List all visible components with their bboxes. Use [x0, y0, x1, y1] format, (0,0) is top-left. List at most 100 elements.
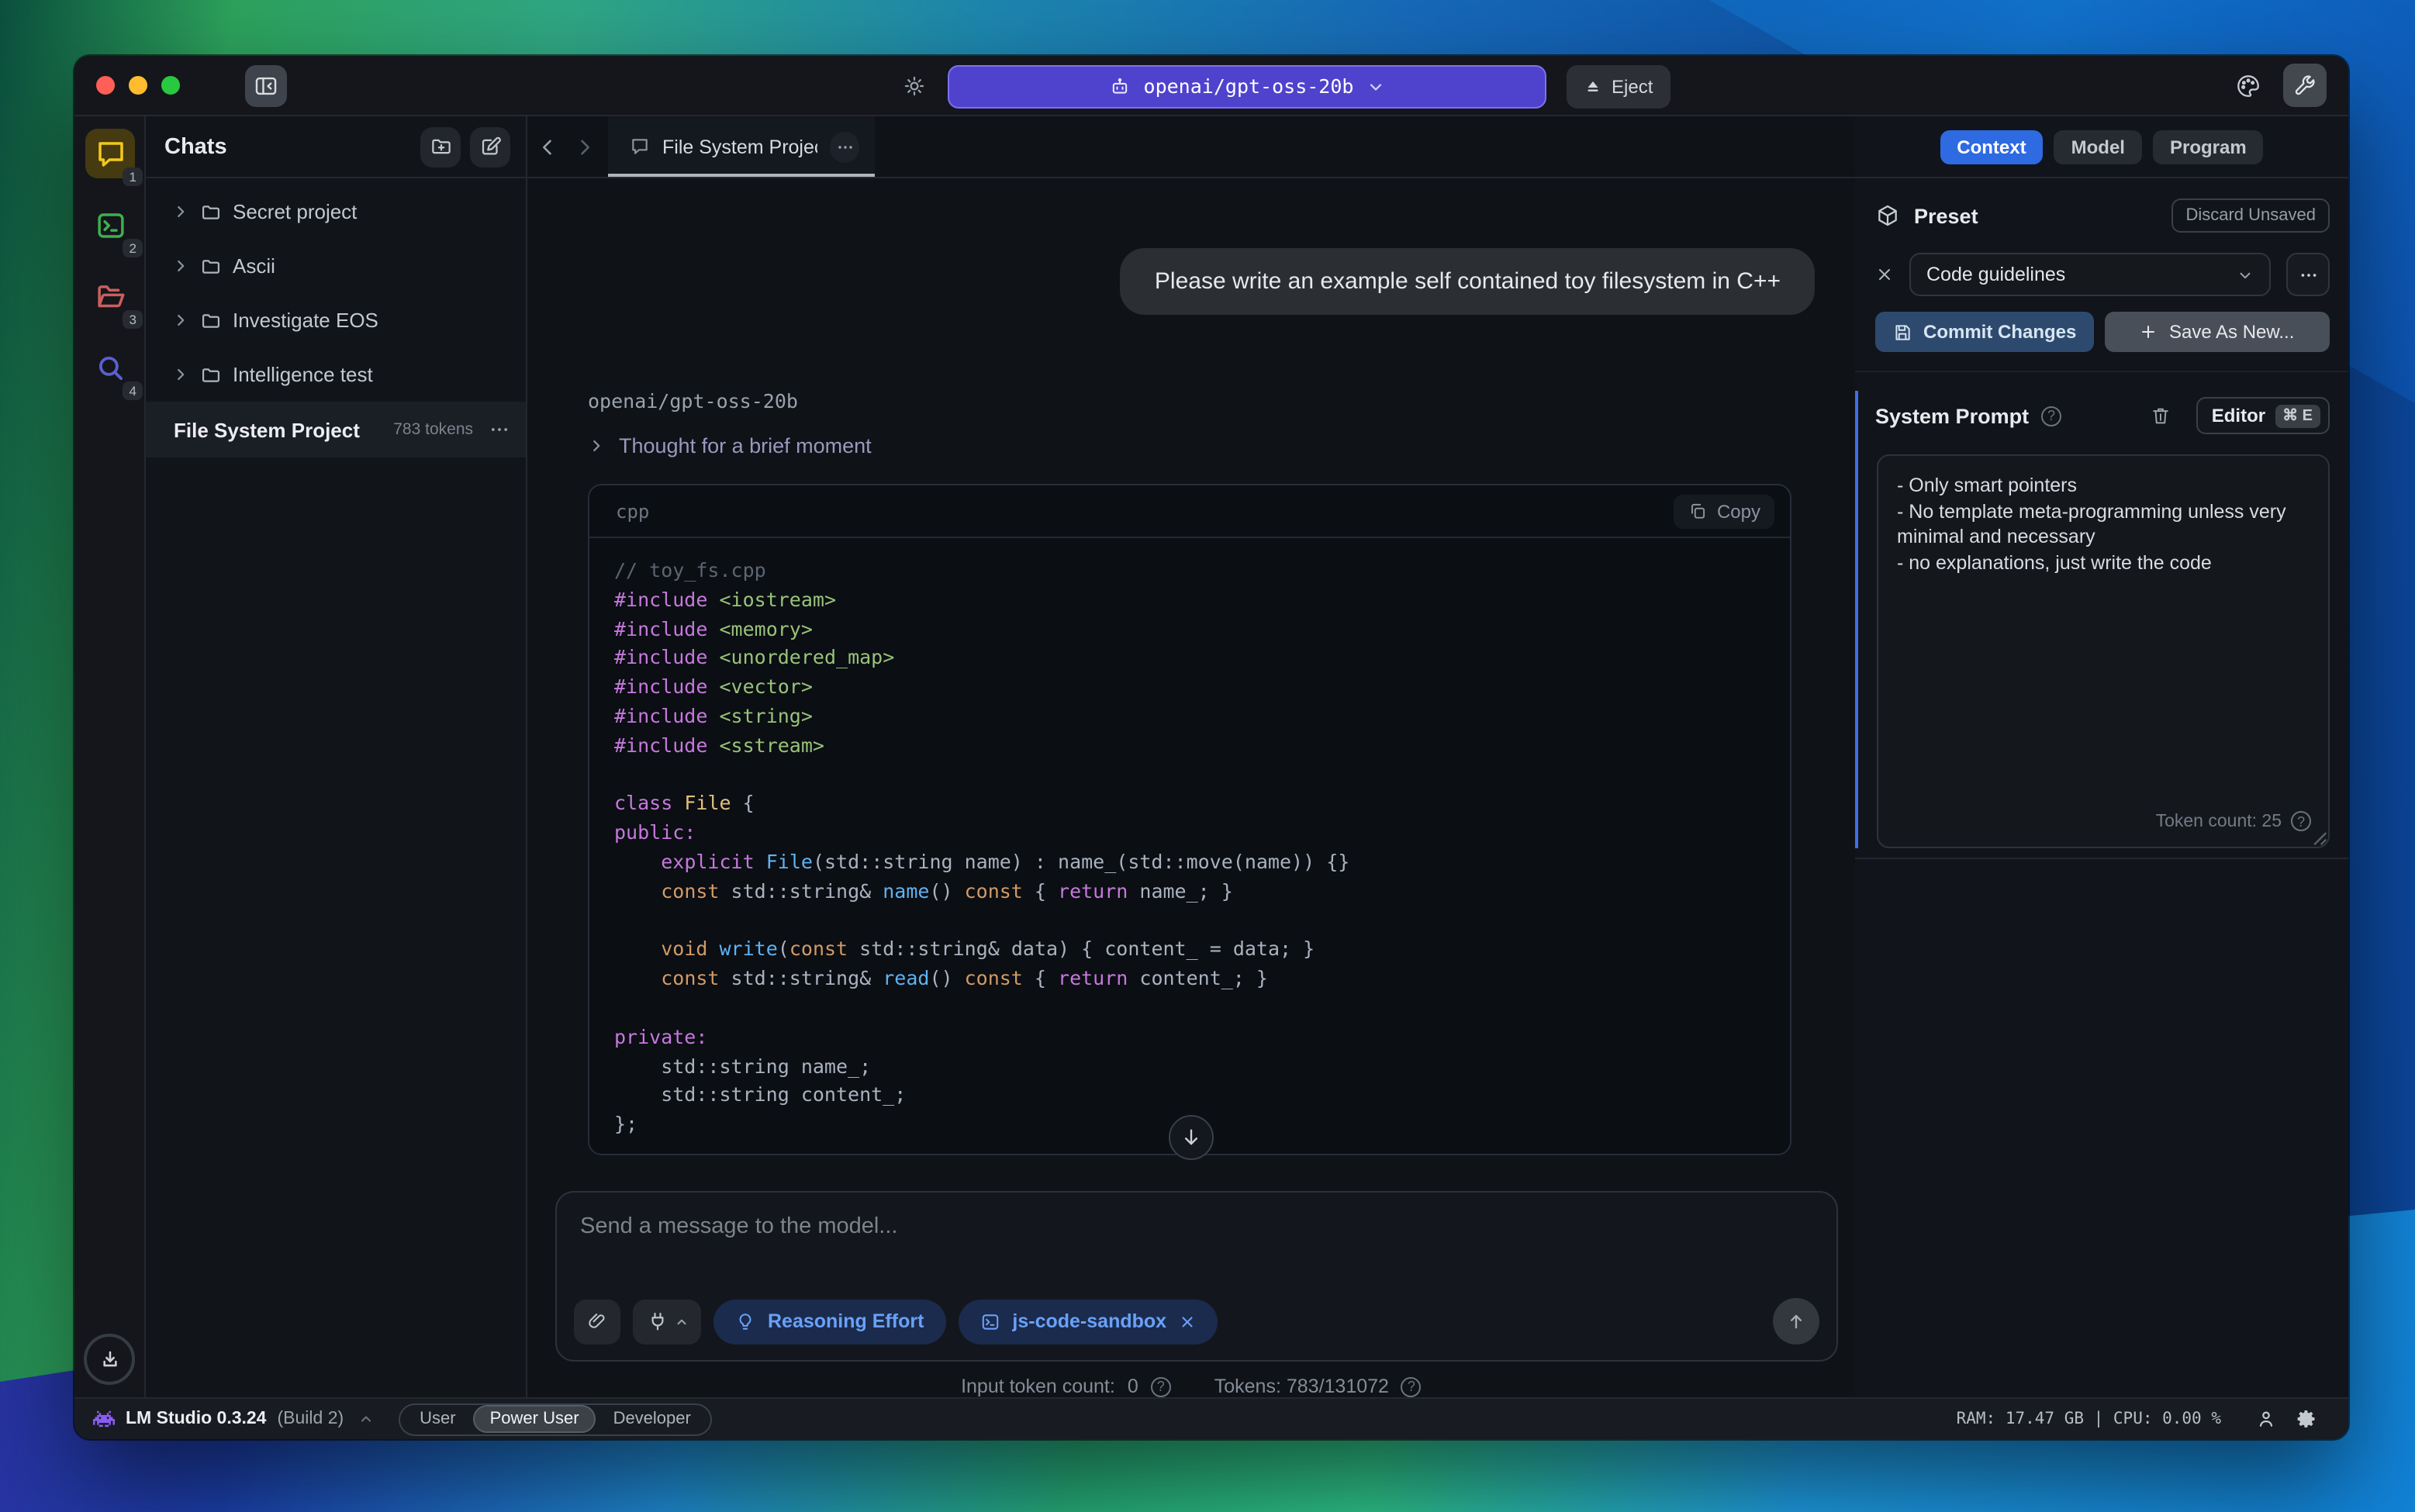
tab-program[interactable]: Program [2152, 129, 2264, 164]
settings-gear-icon[interactable] [2296, 1408, 2317, 1430]
copy-label: Copy [1716, 500, 1760, 522]
lightbulb-icon [735, 1311, 755, 1331]
js-code-sandbox-chip[interactable]: js-code-sandbox [958, 1299, 1218, 1344]
chat-folder-row[interactable]: Intelligence test [146, 347, 526, 402]
zoom-window-button[interactable] [161, 76, 180, 95]
app-brand[interactable]: LM Studio 0.3.24 (Build 2) [93, 1410, 373, 1428]
chat-list: Secret project Ascii Investigate EOS Int… [146, 178, 526, 402]
eject-button[interactable]: Eject [1567, 64, 1670, 108]
section-accent-bar [1855, 391, 1858, 848]
chat-options-icon[interactable] [489, 419, 510, 440]
tab-model[interactable]: Model [2054, 129, 2142, 164]
tab-options-icon[interactable] [830, 131, 859, 162]
sidebar-item-developer[interactable]: 2 [85, 200, 143, 257]
code-line: #include <memory> [614, 616, 813, 640]
help-icon[interactable]: ? [2041, 406, 2062, 426]
help-icon[interactable]: ? [1150, 1376, 1171, 1396]
commit-changes-button[interactable]: Commit Changes [1875, 312, 2094, 352]
scroll-to-bottom-button[interactable] [1169, 1115, 1214, 1160]
chat-folder-row[interactable]: Secret project [146, 185, 526, 239]
content-row: 1 2 3 4 Chats Secret project Ascii Inves… [74, 116, 2348, 1397]
chats-header: Chats [146, 116, 526, 178]
history-back-icon[interactable] [537, 136, 558, 157]
chats-panel: Chats Secret project Ascii Investigate E… [146, 116, 527, 1397]
sidebar-item-discover[interactable]: 4 [85, 343, 143, 400]
code-line: std::string name_; [614, 1054, 872, 1078]
close-window-button[interactable] [96, 76, 115, 95]
plugins-button[interactable] [633, 1299, 701, 1344]
plus-icon [2140, 323, 2158, 341]
chat-token-count: 783 tokens [393, 420, 473, 439]
new-folder-button[interactable] [420, 126, 461, 167]
system-prompt-textarea[interactable]: - Only smart pointers - No template meta… [1877, 454, 2330, 848]
code-line: private: [614, 1024, 708, 1048]
folder-icon [200, 255, 222, 277]
titlebar-center: openai/gpt-oss-20b Eject [901, 56, 1670, 116]
chat-folder-row[interactable]: Investigate EOS [146, 293, 526, 347]
chat-row-selected[interactable]: File System Project 783 tokens [146, 402, 526, 457]
titlebar: openai/gpt-oss-20b Eject [74, 56, 2348, 116]
mode-power-user[interactable]: Power User [472, 1405, 596, 1433]
code-line: #include <sstream> [614, 733, 824, 757]
input-token-label: Input token count: [961, 1376, 1115, 1397]
clear-preset-icon[interactable] [1875, 265, 1894, 284]
preset-title: Preset [1914, 204, 1978, 227]
delete-prompt-button[interactable] [2150, 405, 2171, 426]
app-version: LM Studio 0.3.24 [126, 1410, 267, 1428]
chevron-right-icon [588, 437, 605, 454]
model-selector[interactable]: openai/gpt-oss-20b [948, 64, 1546, 108]
sidebar-item-chat[interactable]: 1 [85, 129, 143, 186]
new-chat-button[interactable] [470, 126, 510, 167]
mode-user[interactable]: User [402, 1405, 472, 1433]
history-forward-icon[interactable] [574, 136, 596, 157]
folder-label: Ascii [233, 254, 275, 278]
preset-select[interactable]: Code guidelines [1909, 253, 2271, 296]
code-line: const std::string& name() const { return… [661, 879, 1233, 903]
preset-selected-value: Code guidelines [1926, 264, 2066, 285]
terminal-icon [979, 1311, 1000, 1331]
attach-file-button[interactable] [574, 1299, 620, 1344]
minimize-window-button[interactable] [129, 76, 147, 95]
thought-label: Thought for a brief moment [619, 434, 872, 457]
copy-code-button[interactable]: Copy [1673, 494, 1774, 528]
titlebar-right [2235, 64, 2327, 107]
model-selector-label: openai/gpt-oss-20b [1143, 74, 1354, 98]
chat-folder-row[interactable]: Ascii [146, 239, 526, 293]
tab-context[interactable]: Context [1940, 129, 2044, 164]
app-build: (Build 2) [277, 1410, 344, 1428]
mode-developer[interactable]: Developer [596, 1405, 708, 1433]
thought-disclosure[interactable]: Thought for a brief moment [588, 434, 872, 457]
help-icon[interactable]: ? [1401, 1376, 1422, 1396]
sidebar-toggle-button[interactable] [245, 64, 287, 106]
chat-bubble-icon [630, 136, 650, 157]
chevron-down-icon [1366, 77, 1384, 95]
help-icon[interactable]: ? [2291, 811, 2311, 831]
discard-unsaved-button[interactable]: Discard Unsaved [2171, 198, 2330, 233]
tab-label: File System Project [662, 136, 818, 157]
lmstudio-logo-icon [93, 1410, 115, 1428]
tab-file-system-project[interactable]: File System Project [608, 116, 875, 177]
remove-chip-icon[interactable] [1179, 1313, 1196, 1330]
right-panel: Context Model Program Preset Discard Uns… [1855, 116, 2348, 1397]
save-as-new-button[interactable]: Save As New... [2104, 312, 2330, 352]
send-message-button[interactable] [1773, 1298, 1819, 1345]
preset-selector-row: Code guidelines [1875, 253, 2330, 296]
chats-title: Chats [164, 134, 227, 159]
resize-grip-icon[interactable] [2310, 828, 2328, 847]
editor-label: Editor [2211, 405, 2266, 426]
reasoning-effort-chip[interactable]: Reasoning Effort [713, 1299, 946, 1344]
composer[interactable]: Send a message to the model... Reasoning… [555, 1191, 1838, 1362]
rail-badge: 2 [123, 238, 143, 257]
code-line: const std::string& read() const { return… [661, 966, 1268, 990]
downloads-button[interactable] [84, 1334, 135, 1385]
open-editor-button[interactable]: Editor ⌘ E [2196, 397, 2330, 434]
user-account-icon[interactable] [2255, 1408, 2277, 1430]
save-as-label: Save As New... [2168, 321, 2295, 343]
window-controls [96, 76, 180, 95]
mission-control-gear-icon[interactable] [901, 73, 928, 99]
sidebar-item-my-models[interactable]: 3 [85, 271, 143, 329]
preset-options-button[interactable] [2286, 253, 2330, 296]
developer-tools-wrench-button[interactable] [2283, 64, 2327, 107]
theme-palette-icon[interactable] [2235, 72, 2261, 98]
